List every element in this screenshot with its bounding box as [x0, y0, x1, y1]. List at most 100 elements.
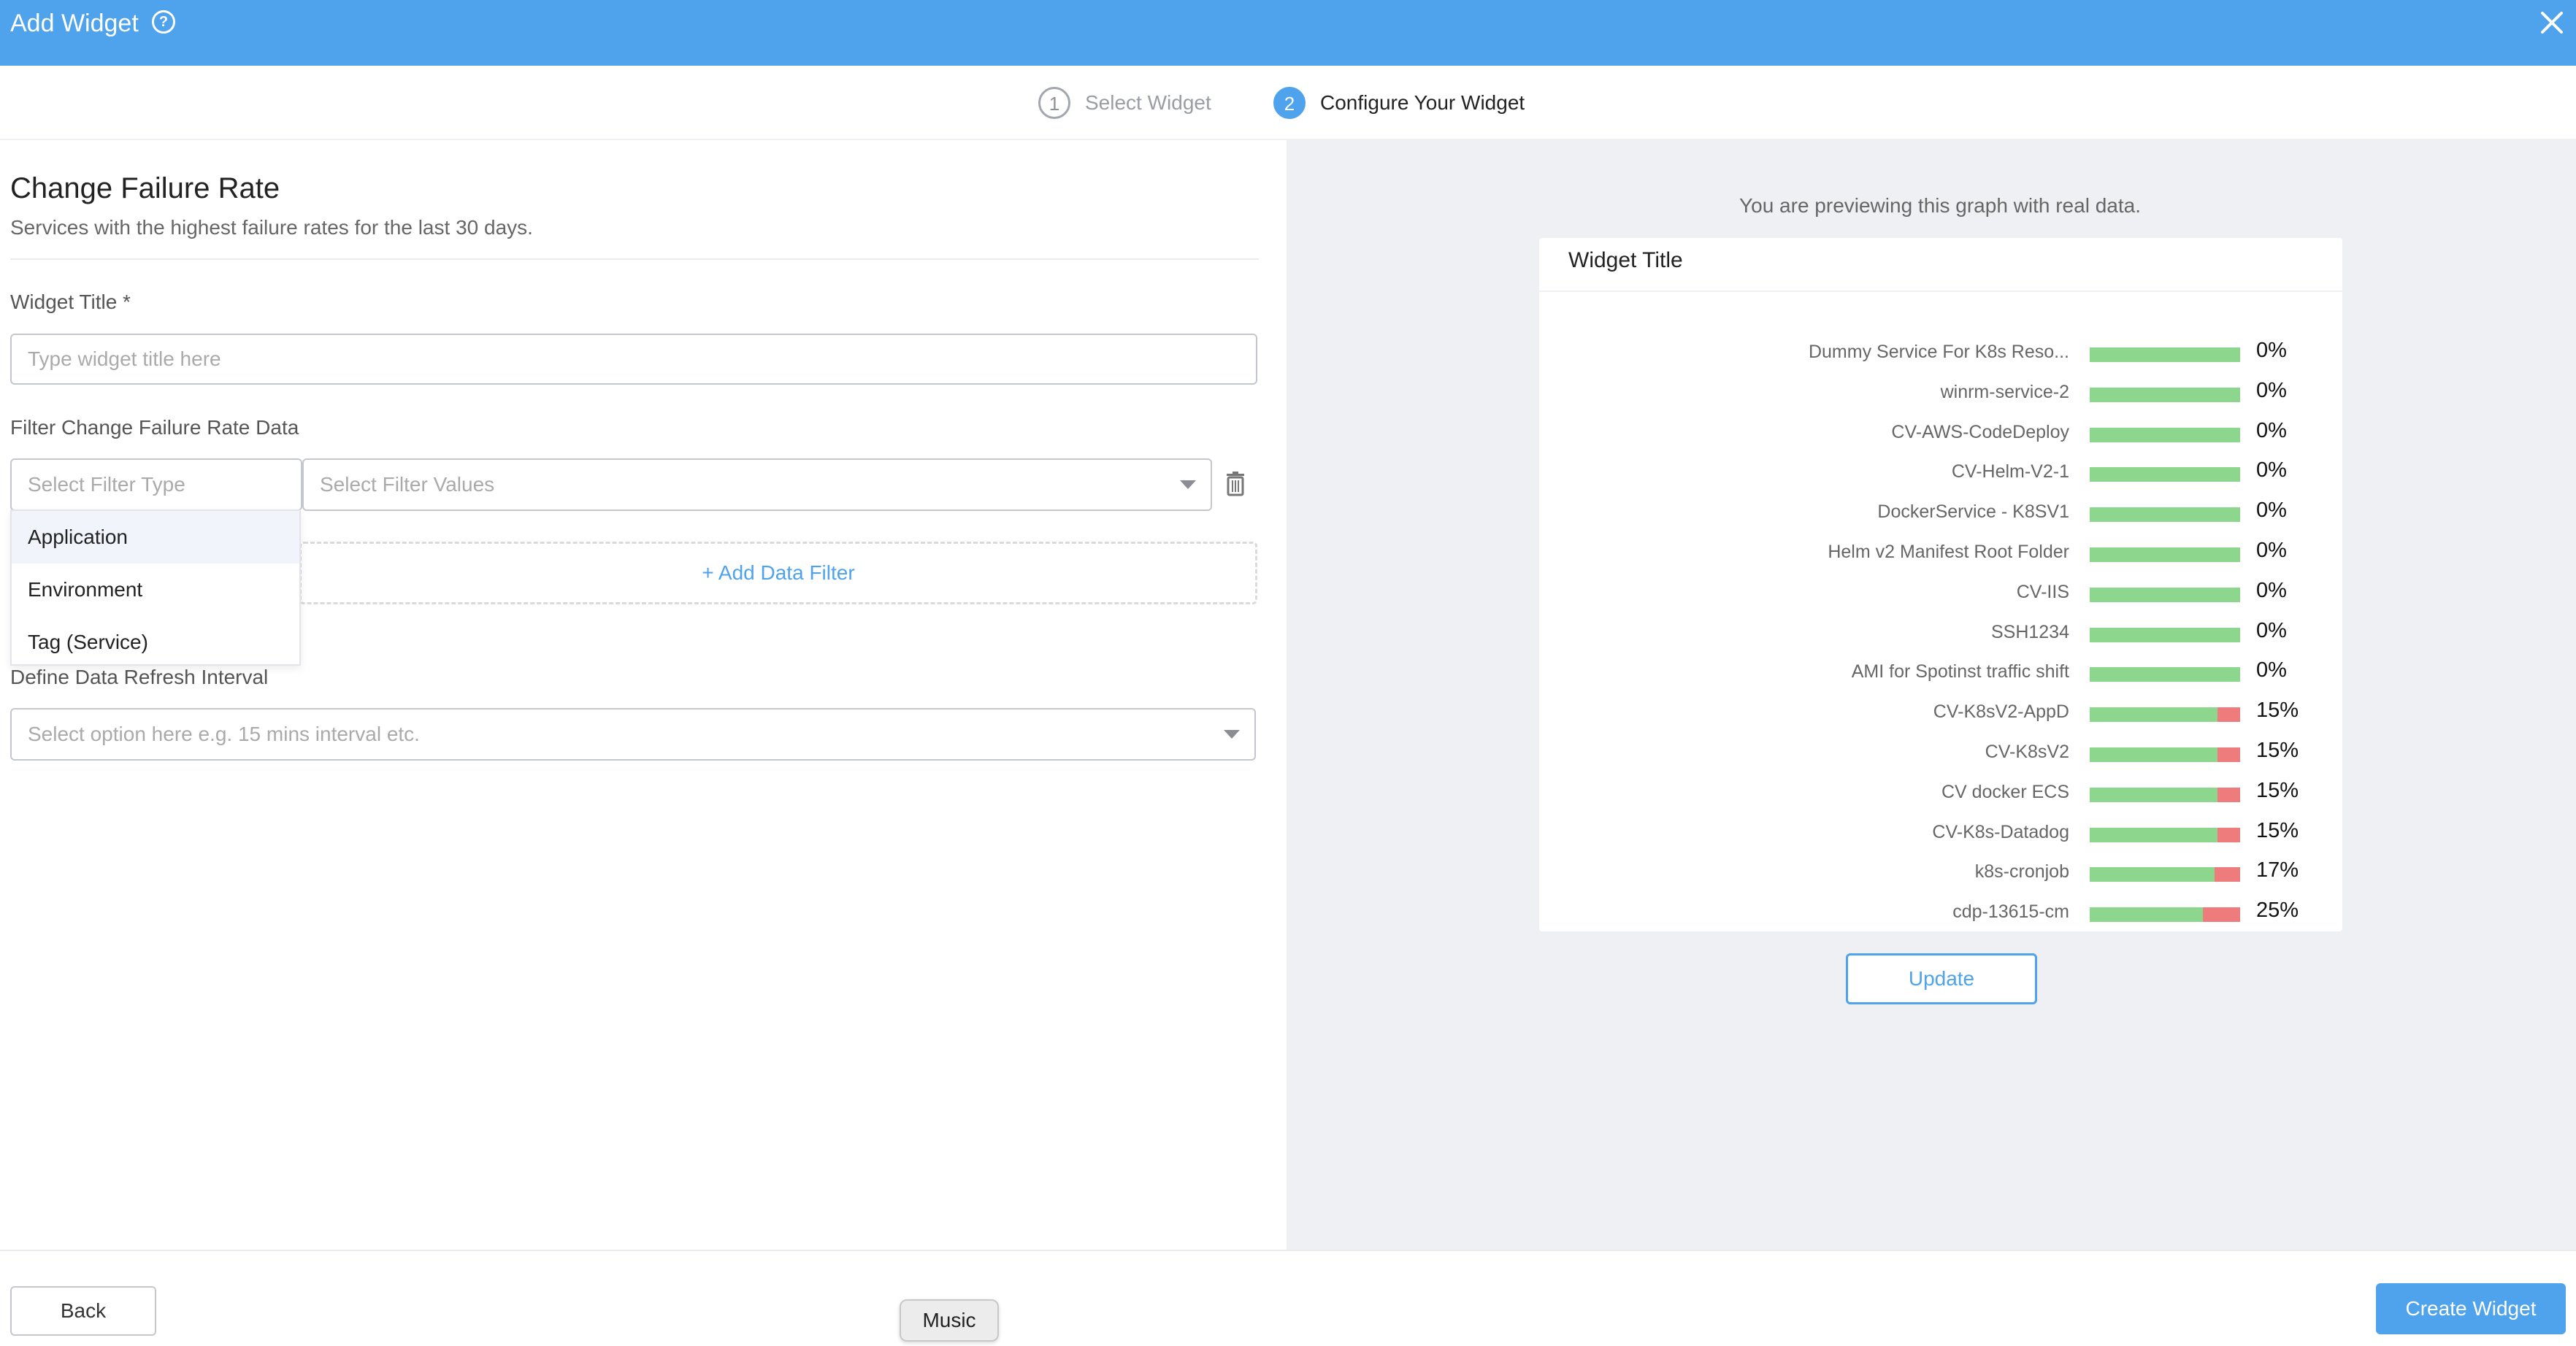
chart-value-label: 0%: [2256, 378, 2287, 402]
chart-bar-success-segment: [2090, 387, 2240, 402]
update-button[interactable]: Update: [1846, 953, 2037, 1004]
chart-bar-success-segment: [2090, 867, 2215, 882]
chart-row: Dummy Service For K8s Reso... 0%: [1539, 336, 2342, 375]
chart-category-label: CV docker ECS: [1941, 781, 2069, 802]
chart-bar-success-segment: [2090, 587, 2240, 602]
chart-bar-success-segment: [2090, 907, 2203, 923]
chart-value-label: 17%: [2256, 858, 2299, 882]
chart-value-label: 0%: [2256, 458, 2287, 482]
chart-bar-success-segment: [2090, 547, 2240, 562]
chart-bar-success-segment: [2090, 667, 2240, 682]
dropdown-option-environment[interactable]: Environment: [12, 564, 299, 616]
widget-title-label: Widget Title *: [10, 291, 131, 313]
question-circle-icon[interactable]: ?: [152, 10, 175, 34]
divider: [1539, 291, 2342, 292]
filter-label: Filter Change Failure Rate Data: [10, 416, 299, 439]
chart-value-label: 15%: [2256, 739, 2299, 762]
chart-category-label: CV-AWS-CodeDeploy: [1891, 421, 2069, 442]
trash-icon[interactable]: [1225, 472, 1246, 496]
modal-header: Add Widget ?: [0, 0, 2576, 66]
widget-preview-title: Widget Title: [1568, 248, 1683, 272]
chart-value-label: 0%: [2256, 539, 2287, 562]
chart-bar-success-segment: [2090, 707, 2218, 723]
step-number: 1: [1038, 87, 1070, 119]
chart-bar: [2090, 667, 2240, 682]
widget-title-input[interactable]: Type widget title here: [10, 334, 1257, 385]
close-icon[interactable]: [2538, 9, 2566, 36]
chart-bar: [2090, 347, 2240, 362]
chart-category-label: DockerService - K8SV1: [1877, 501, 2069, 523]
step-label: Select Widget: [1085, 91, 1211, 114]
chart-value-label: 15%: [2256, 778, 2299, 802]
chart-bar: [2090, 707, 2240, 723]
chart-row: CV docker ECS 15%: [1539, 776, 2342, 815]
chart-bar-success-segment: [2090, 787, 2218, 802]
chart-category-label: SSH1234: [1990, 621, 2069, 642]
chart-bar: [2090, 627, 2240, 642]
chart-value-label: 25%: [2256, 899, 2299, 923]
divider: [10, 258, 1259, 260]
chart-row: winrm-service-2 0%: [1539, 376, 2342, 415]
step-label: Configure Your Widget: [1320, 91, 1525, 114]
chart-bar: [2090, 427, 2240, 442]
filter-type-select[interactable]: Select Filter Type: [10, 458, 302, 511]
filter-values-select[interactable]: Select Filter Values: [302, 458, 1212, 511]
chart-category-label: CV-K8s-Datadog: [1932, 821, 2069, 842]
chart-bar: [2090, 867, 2240, 882]
refresh-interval-select[interactable]: Select option here e.g. 15 mins interval…: [10, 708, 1256, 761]
chart-bar-failure-segment: [2214, 867, 2240, 882]
chart-category-label: CV-K8sV2: [1985, 742, 2069, 762]
chart-bar-failure-segment: [2202, 907, 2240, 923]
chart-row: CV-K8s-Datadog 15%: [1539, 816, 2342, 855]
widget-title-placeholder: Type widget title here: [28, 347, 221, 370]
chart-category-label: cdp-13615-cm: [1952, 901, 2069, 923]
chart-value-label: 15%: [2256, 699, 2299, 723]
chart-bar-success-segment: [2090, 347, 2240, 362]
chart-bar-success-segment: [2090, 827, 2218, 842]
chart-row: AMI for Spotinst traffic shift 0%: [1539, 655, 2342, 695]
chart-bar: [2090, 587, 2240, 602]
add-data-filter-button[interactable]: + Add Data Filter: [299, 542, 1257, 604]
chart-value-label: 0%: [2256, 658, 2287, 682]
chart-row: k8s-cronjob 17%: [1539, 855, 2342, 895]
filter-type-placeholder: Select Filter Type: [28, 473, 185, 496]
chart-value-label: 0%: [2256, 618, 2287, 642]
chart-row: cdp-13615-cm 25%: [1539, 896, 2342, 935]
chart-value-label: 0%: [2256, 418, 2287, 442]
chart-bar-success-segment: [2090, 507, 2240, 523]
chart-row: SSH1234 0%: [1539, 616, 2342, 655]
chart-bar-success-segment: [2090, 467, 2240, 482]
preview-note: You are previewing this graph with real …: [1739, 194, 2141, 217]
chart-category-label: CV-Helm-V2-1: [1951, 461, 2069, 482]
chart-bar-failure-segment: [2217, 747, 2240, 762]
dropdown-option-tag-service[interactable]: Tag (Service): [12, 616, 299, 669]
chart-row: Helm v2 Manifest Root Folder 0%: [1539, 536, 2342, 575]
step-configure-widget[interactable]: 2 Configure Your Widget: [1273, 86, 1525, 120]
step-select-widget[interactable]: 1 Select Widget: [1038, 86, 1211, 120]
configure-panel: Change Failure Rate Services with the hi…: [0, 140, 1287, 1250]
chart-value-label: 0%: [2256, 339, 2287, 362]
chart-bar: [2090, 547, 2240, 562]
chart-value-label: 15%: [2256, 818, 2299, 842]
filter-type-dropdown: Application Environment Tag (Service): [10, 509, 301, 666]
refresh-interval-label: Define Data Refresh Interval: [10, 666, 269, 688]
chart-category-label: Helm v2 Manifest Root Folder: [1828, 542, 2069, 562]
chart-bar-success-segment: [2090, 627, 2240, 642]
chevron-down-icon: [1224, 730, 1240, 739]
modal-title: Add Widget: [10, 9, 139, 37]
widget-type-title: Change Failure Rate: [10, 172, 280, 204]
chart-bar-success-segment: [2090, 747, 2218, 762]
chart-bar: [2090, 467, 2240, 482]
chart-bar: [2090, 747, 2240, 762]
chart-row: CV-K8sV2-AppD 15%: [1539, 696, 2342, 735]
chart-bar-failure-segment: [2217, 707, 2240, 723]
preview-panel: You are previewing this graph with real …: [1287, 140, 2576, 1250]
chart-row: CV-AWS-CodeDeploy 0%: [1539, 416, 2342, 455]
music-tooltip: Music: [900, 1299, 999, 1342]
back-button[interactable]: Back: [10, 1286, 156, 1336]
chart-category-label: Dummy Service For K8s Reso...: [1808, 342, 2069, 362]
dropdown-option-application[interactable]: Application: [12, 511, 299, 564]
chart-category-label: CV-IIS: [2016, 581, 2069, 602]
create-widget-button[interactable]: Create Widget: [2376, 1283, 2566, 1334]
chart-category-label: k8s-cronjob: [1974, 861, 2069, 882]
